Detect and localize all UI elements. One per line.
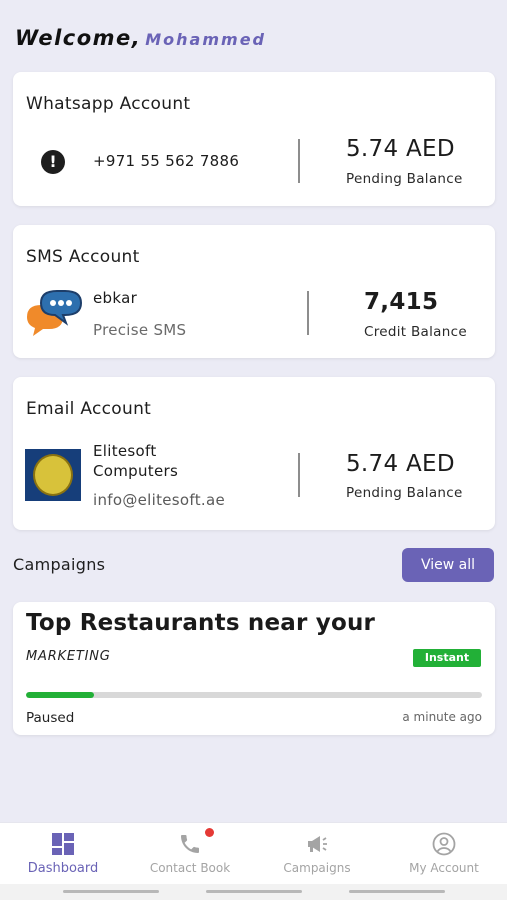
whatsapp-card-title: Whatsapp Account [26, 94, 191, 114]
campaign-category: MARKETING [26, 649, 111, 664]
divider [307, 291, 309, 335]
campaign-progress-bar [26, 692, 482, 698]
nav-label: Campaigns [283, 861, 351, 875]
system-navigation-bar [0, 884, 507, 900]
campaign-type-badge: Instant [413, 649, 481, 667]
campaigns-section-title: Campaigns [13, 555, 106, 574]
sms-account-card[interactable]: SMS Account ebkar Precise SMS 7,415 Cred… [13, 225, 495, 358]
email-card-title: Email Account [26, 399, 152, 419]
nav-label: Contact Book [149, 861, 231, 875]
divider [298, 453, 300, 497]
system-bar-line [206, 890, 302, 893]
dashboard-grid-icon [52, 833, 74, 855]
bottom-navigation: Dashboard Contact Book Campaigns My Acco… [0, 822, 507, 885]
user-name: Mohammed [145, 30, 266, 49]
system-bar-line [63, 890, 159, 893]
email-account-card[interactable]: Email Account Elitesoft Computers info@e… [13, 377, 495, 530]
whatsapp-pending-label: Pending Balance [346, 171, 463, 187]
account-circle-icon [432, 832, 456, 856]
sms-credit-label: Credit Balance [364, 324, 467, 340]
divider [298, 139, 300, 183]
email-pending-label: Pending Balance [346, 485, 463, 501]
nav-dashboard[interactable]: Dashboard [0, 823, 126, 885]
sms-credit-amount: 7,415 [364, 289, 439, 315]
email-address: info@elitesoft.ae [93, 491, 225, 509]
welcome-heading: Welcome, Mohammed [15, 26, 266, 50]
company-logo [25, 449, 81, 501]
nav-contact-book[interactable]: Contact Book [127, 823, 253, 885]
sms-provider: Precise SMS [93, 321, 187, 339]
sms-sender-name: ebkar [93, 289, 138, 307]
email-pending-amount: 5.74 AED [346, 451, 455, 477]
whatsapp-phone-number: +971 55 562 7886 [93, 152, 240, 170]
campaign-title: Top Restaurants near your [26, 610, 376, 636]
notification-dot [205, 828, 214, 837]
nav-label: Dashboard [27, 861, 99, 876]
nav-my-account[interactable]: My Account [381, 823, 507, 885]
megaphone-icon [308, 836, 327, 852]
alert-circle-icon: ! [41, 150, 65, 174]
phone-icon [181, 835, 199, 853]
email-company-name: Elitesoft Computers [93, 442, 179, 480]
whatsapp-account-card[interactable]: Whatsapp Account ! +971 55 562 7886 5.74… [13, 72, 495, 206]
view-all-campaigns-button[interactable]: View all [402, 548, 494, 582]
welcome-label: Welcome, [15, 26, 142, 50]
campaign-card[interactable]: Top Restaurants near your MARKETING Inst… [13, 602, 495, 735]
nav-campaigns[interactable]: Campaigns [254, 823, 380, 885]
system-bar-line [349, 890, 445, 893]
nav-label: My Account [409, 861, 479, 875]
campaign-progress-fill [26, 692, 95, 698]
campaign-status: Paused [26, 710, 75, 726]
campaign-timestamp: a minute ago [402, 710, 482, 724]
chat-bubbles-icon [27, 290, 83, 336]
sms-card-title: SMS Account [26, 247, 140, 267]
whatsapp-pending-amount: 5.74 AED [346, 136, 455, 162]
